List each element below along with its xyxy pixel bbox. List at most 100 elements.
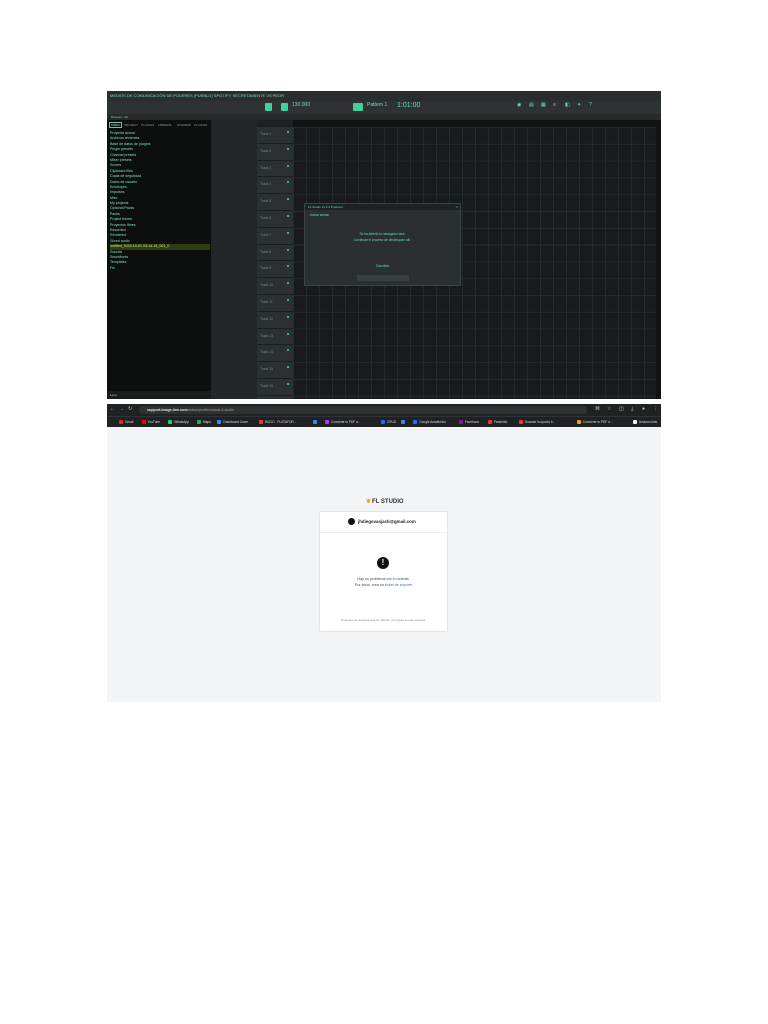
bookmark-item[interactable]: Guardar la opción b... xyxy=(518,419,555,425)
track-led-icon[interactable] xyxy=(287,198,289,201)
bookmark-item[interactable]: Convierte tu PDF a... xyxy=(324,419,361,425)
dialog-message-1: Se ha abierto tu navegador web. xyxy=(359,232,406,236)
play-button[interactable] xyxy=(265,103,272,111)
piano-roll-icon[interactable]: ▤ xyxy=(529,102,534,108)
browser-tab-starred[interactable]: STARRED xyxy=(177,123,191,127)
browser-tab-plugins[interactable]: PLUGINS xyxy=(141,123,154,127)
plugin-icon[interactable]: ✦ xyxy=(577,102,581,108)
track-label: Track 6 xyxy=(260,216,272,220)
url-path: /action/profile/unlock-fl-studio xyxy=(187,408,235,412)
browser-icon[interactable]: ◧ xyxy=(565,102,570,108)
track-header[interactable]: Track 16 xyxy=(257,379,293,396)
track-header[interactable]: Track 6 xyxy=(257,211,293,228)
bookmark-item[interactable]: Amazon kids xyxy=(632,419,657,425)
profile-icon[interactable]: ● xyxy=(642,406,645,412)
tempo-display[interactable]: 130.000 xyxy=(292,102,310,108)
channel-rack-icon[interactable]: ▦ xyxy=(541,102,546,108)
browser-tab-project[interactable]: PROJECT xyxy=(124,123,138,127)
download-icon[interactable]: ⤓ xyxy=(631,406,633,412)
playlist-scrollbar[interactable] xyxy=(656,120,661,399)
track-header[interactable]: Track 15 xyxy=(257,362,293,379)
track-led-icon[interactable] xyxy=(287,248,289,251)
reload-icon[interactable]: ↻ xyxy=(128,406,132,412)
bookmark-item[interactable]: CRUD xyxy=(380,419,396,425)
track-led-icon[interactable] xyxy=(287,383,289,385)
track-header[interactable]: Track 7 xyxy=(257,228,293,245)
pattern-selector[interactable]: Pattern 1 xyxy=(367,102,387,108)
track-led-icon[interactable] xyxy=(287,332,289,335)
bookmark-favicon-icon xyxy=(141,419,146,424)
track-header[interactable]: Track 10 xyxy=(257,278,293,295)
track-header[interactable]: Track 2 xyxy=(257,144,293,161)
url-field[interactable]: support.image-line.com/action/profile/un… xyxy=(139,406,587,414)
track-header[interactable]: Track 3 xyxy=(257,161,293,178)
star-icon[interactable]: ☆ xyxy=(607,406,611,412)
bookmark-item[interactable]: YouTube xyxy=(141,419,160,425)
bookmark-item[interactable]: Paraninfo xyxy=(487,419,507,425)
track-led-icon[interactable] xyxy=(287,282,289,285)
dialog-title: FL Studio 21.2.3 Producer xyxy=(305,204,460,210)
fl-title-bar: MEDIOS DE COMUNICACIÓN DE PODERES (PUEBL… xyxy=(107,91,661,101)
back-icon[interactable]: ← xyxy=(110,406,115,412)
track-header[interactable]: Track 5 xyxy=(257,194,293,211)
bookmark-item[interactable]: Dashboard Zoom xyxy=(217,419,248,425)
bookmark-item[interactable]: Maps xyxy=(197,419,211,425)
browser-address-bar: ← → ↻ support.image-line.com/action/prof… xyxy=(107,404,661,416)
track-led-icon[interactable] xyxy=(287,265,289,268)
close-icon[interactable]: × xyxy=(456,204,458,210)
forward-icon[interactable]: → xyxy=(119,406,124,412)
track-led-icon[interactable] xyxy=(287,147,289,150)
dialog-progress-bar xyxy=(357,275,409,281)
track-led-icon[interactable] xyxy=(287,181,289,184)
track-header[interactable]: Track 13 xyxy=(257,329,293,346)
bookmark-item[interactable]: WhatsApp xyxy=(168,419,189,425)
track-led-icon[interactable] xyxy=(287,366,289,369)
bookmark-label: Maps xyxy=(203,420,211,424)
track-header[interactable]: Track 11 xyxy=(257,295,293,312)
track-header[interactable]: Track 9 xyxy=(257,261,293,279)
browser-tab-plugins-2[interactable]: PLUGINS xyxy=(194,123,207,127)
browser-item[interactable]: Ftc xyxy=(110,266,210,271)
bookmark-favicon-icon xyxy=(458,419,463,424)
track-header[interactable]: Track 14 xyxy=(257,345,293,363)
track-header[interactable]: Track 4 xyxy=(257,177,293,195)
bookmark-favicon-icon xyxy=(168,419,173,424)
track-header[interactable]: Track 1 xyxy=(257,127,293,144)
browser-tab-all[interactable]: TODO xyxy=(109,122,122,128)
track-label: Track 13 xyxy=(260,333,274,338)
bookmark-item[interactable] xyxy=(312,419,319,425)
bookmarks-bar: Gmail YouTube WhatsApp Maps Dashboard Zoom IN… xyxy=(107,416,661,427)
playlist-header xyxy=(257,120,293,127)
fl-studio-logo: ❦FL STUDIO xyxy=(366,498,404,505)
help-icon[interactable]: ? xyxy=(589,102,592,108)
bookmark-favicon-icon xyxy=(413,419,418,424)
browser-tab-library[interactable]: LIBRERÍA xyxy=(158,123,172,127)
record-button[interactable] xyxy=(281,103,288,111)
track-led-icon[interactable] xyxy=(287,315,289,318)
bookmark-item[interactable]: Convierte tu PDF a... xyxy=(576,419,613,425)
menu-icon[interactable]: ⋮ xyxy=(653,406,658,412)
dialog-cancel-link[interactable]: Cancelar xyxy=(305,264,460,268)
pattern-mode-button[interactable] xyxy=(353,103,363,111)
track-led-icon[interactable] xyxy=(287,131,289,133)
track-header[interactable]: Track 8 xyxy=(257,245,293,262)
track-led-icon[interactable] xyxy=(287,164,289,167)
track-led-icon[interactable] xyxy=(287,299,289,301)
playlist-icon[interactable]: ≡ xyxy=(553,102,556,108)
bookmark-item[interactable]: INICIO - PLATAFOR... xyxy=(258,419,296,425)
bookmark-label: Convierte tu PDF a... xyxy=(330,420,361,424)
bookmark-item[interactable] xyxy=(401,419,407,425)
track-label: Track 3 xyxy=(260,165,272,170)
playlist-tracks: Track 1 Track 2 Track 3 Track 4 Track 5 Track… xyxy=(257,127,293,399)
track-led-icon[interactable] xyxy=(287,231,289,234)
track-header[interactable]: Track 12 xyxy=(257,312,293,329)
support-ticket-link[interactable]: ticket de soporte xyxy=(385,583,412,587)
track-led-icon[interactable] xyxy=(287,349,289,352)
bookmark-item[interactable]: Gmail xyxy=(119,419,133,425)
bookmark-item[interactable]: Google Académico xyxy=(413,419,446,425)
extensions-icon[interactable]: ◫ xyxy=(619,406,624,412)
bookmark-item[interactable]: Facebook xyxy=(458,419,479,425)
track-led-icon[interactable] xyxy=(287,215,289,217)
mixer-icon[interactable]: ◉ xyxy=(517,102,521,108)
translate-icon[interactable]: ⌘ xyxy=(595,406,600,412)
